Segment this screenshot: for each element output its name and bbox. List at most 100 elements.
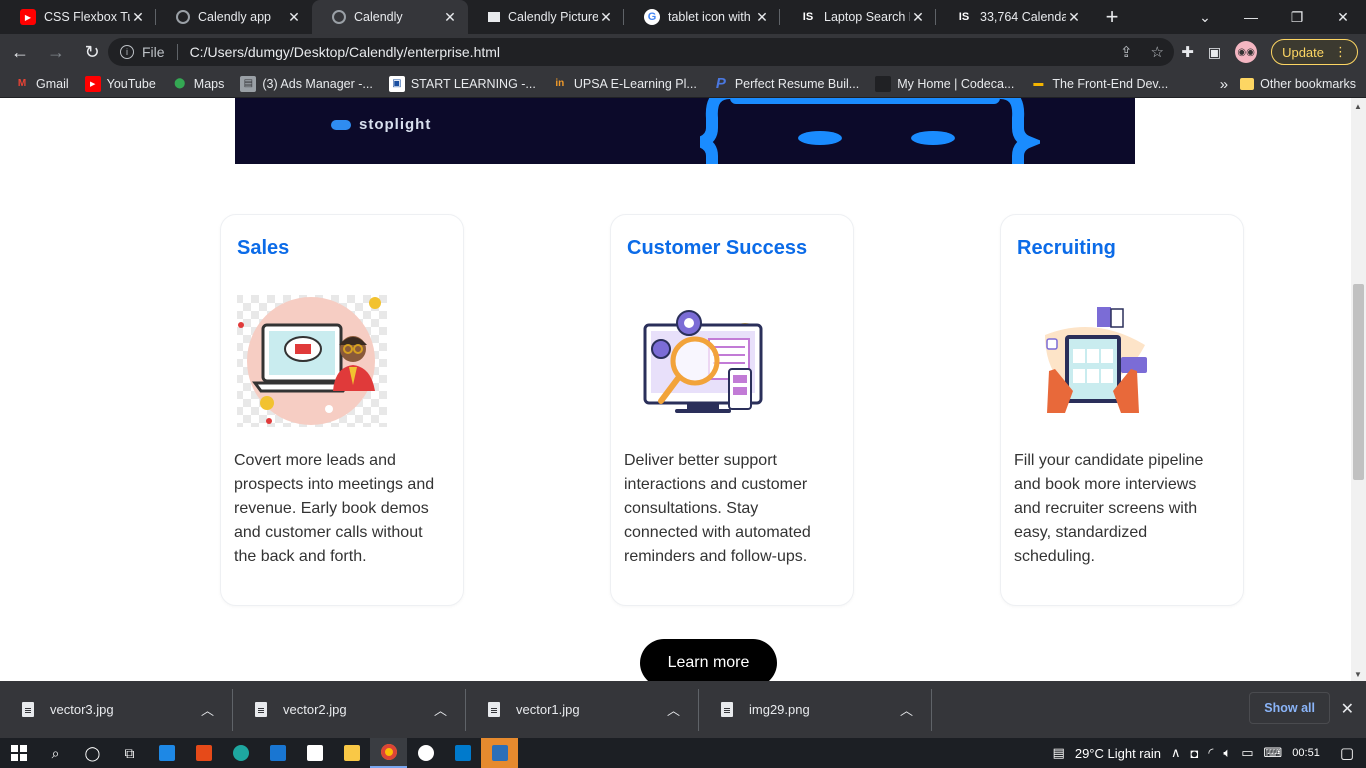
volume-icon[interactable]: 🔈︎ bbox=[1223, 745, 1231, 761]
download-filename: vector2.jpg bbox=[283, 702, 347, 717]
download-item[interactable]: vector3.jpg ︿ bbox=[0, 688, 233, 731]
bookmark-gmail[interactable]: M Gmail bbox=[14, 76, 69, 92]
show-all-button[interactable]: Show all bbox=[1249, 692, 1330, 724]
bookmark-label: UPSA E-Learning Pl... bbox=[573, 76, 697, 91]
banner-brand-text: stoplight bbox=[359, 116, 432, 133]
bookmarks-bar: M Gmail ▶ YouTube ⬤ Maps ▤ (3) Ads Manager -… bbox=[0, 70, 1366, 98]
close-icon[interactable]: ✕ bbox=[130, 9, 146, 26]
mail-icon[interactable] bbox=[148, 738, 185, 768]
extensions-icon[interactable]: ✚ bbox=[1181, 43, 1194, 61]
side-panel-icon[interactable]: ▣ bbox=[1208, 44, 1221, 61]
tab-calendly[interactable]: Calendly ✕ bbox=[312, 0, 468, 34]
other-bookmarks-label: Other bookmarks bbox=[1260, 77, 1356, 91]
close-icon[interactable]: ✕ bbox=[442, 9, 458, 26]
bookmark-youtube[interactable]: ▶ YouTube bbox=[84, 75, 156, 92]
bookmark-upsa[interactable]: in UPSA E-Learning Pl... bbox=[552, 76, 697, 92]
office-icon[interactable] bbox=[185, 738, 222, 768]
scroll-up-icon[interactable]: ▲ bbox=[1354, 102, 1362, 111]
url-text[interactable]: C:/Users/dumgy/Desktop/Calendly/enterpri… bbox=[190, 44, 500, 60]
scroll-down-icon[interactable]: ▼ bbox=[1354, 670, 1362, 679]
chevron-up-icon[interactable]: ︿ bbox=[201, 700, 214, 719]
stoplight-logo: stoplight bbox=[331, 116, 431, 133]
chevron-up-icon[interactable]: ︿ bbox=[667, 700, 680, 719]
notifications-icon[interactable]: ▢ bbox=[1340, 744, 1354, 762]
chevron-up-icon[interactable]: ︿ bbox=[434, 700, 447, 719]
page-scrollbar[interactable]: ▲ ▼ bbox=[1351, 98, 1366, 681]
weather-text[interactable]: 29°C Light rain bbox=[1075, 746, 1161, 761]
download-item[interactable]: img29.png ︿ bbox=[699, 688, 932, 731]
bookmark-codecademy[interactable]: My Home | Codeca... bbox=[875, 75, 1014, 92]
recruiting-tablet-illustration-icon bbox=[1045, 307, 1147, 413]
avatar[interactable]: ◉◉ bbox=[1235, 41, 1258, 63]
learn-more-button[interactable]: Learn more bbox=[640, 639, 777, 681]
apps-icon[interactable] bbox=[296, 738, 333, 768]
app-icon[interactable] bbox=[407, 738, 444, 768]
restore-icon[interactable]: ❐ bbox=[1274, 0, 1320, 34]
folder-icon bbox=[1240, 78, 1255, 90]
chevron-up-icon[interactable]: ︿ bbox=[900, 700, 913, 719]
bookmark-resume[interactable]: P Perfect Resume Buil... bbox=[713, 75, 859, 92]
close-icon[interactable]: ✕ bbox=[598, 9, 614, 26]
close-icon[interactable]: ✕ bbox=[286, 9, 302, 26]
reload-icon[interactable]: ↻ bbox=[76, 36, 108, 68]
edge-icon[interactable] bbox=[222, 738, 259, 768]
forward-icon[interactable]: → bbox=[40, 36, 72, 68]
close-downloads-icon[interactable]: ✕ bbox=[1341, 699, 1354, 719]
chrome-icon[interactable] bbox=[370, 738, 407, 768]
update-button[interactable]: Update ⋮ bbox=[1271, 39, 1358, 65]
bookmark-label: The Front-End Dev... bbox=[1052, 76, 1169, 91]
store-icon[interactable] bbox=[259, 738, 296, 768]
youtube-icon: ▶ bbox=[20, 9, 36, 25]
wifi-icon[interactable]: ◜ bbox=[1208, 745, 1213, 761]
share-icon[interactable]: ⇪ bbox=[1120, 43, 1133, 61]
tray-app-icon[interactable]: ◘ bbox=[1191, 746, 1199, 761]
search-icon[interactable]: ⌕ bbox=[37, 738, 74, 768]
stoplight-mark-icon bbox=[331, 119, 351, 130]
menu-icon[interactable]: ⋮ bbox=[1334, 44, 1347, 60]
chevron-up-icon[interactable]: ∧ bbox=[1171, 745, 1181, 761]
bookmark-maps[interactable]: ⬤ Maps bbox=[172, 76, 224, 92]
tab-calendar-icons[interactable]: IS 33,764 Calendar I ✕ bbox=[936, 0, 1092, 34]
unsplash-icon bbox=[488, 12, 500, 22]
tab-laptop-search[interactable]: IS Laptop Search Lin ✕ bbox=[780, 0, 936, 34]
photos-icon[interactable] bbox=[481, 738, 518, 768]
tab-calendly-app[interactable]: Calendly app ✕ bbox=[156, 0, 312, 34]
weather-icon[interactable]: ▤ bbox=[1053, 745, 1065, 761]
battery-icon[interactable]: ▭ bbox=[1241, 745, 1253, 761]
windows-start-icon[interactable] bbox=[0, 738, 37, 768]
minimize-icon[interactable]: — bbox=[1228, 0, 1274, 34]
new-tab-button[interactable]: + bbox=[1092, 0, 1132, 34]
close-icon[interactable]: ✕ bbox=[754, 9, 770, 26]
download-item[interactable]: vector2.jpg ︿ bbox=[233, 688, 466, 731]
keyboard-icon[interactable]: ⌨ bbox=[1264, 745, 1283, 761]
clock[interactable]: 00:51 bbox=[1292, 747, 1320, 759]
info-icon[interactable]: i bbox=[120, 45, 134, 59]
download-item[interactable]: vector1.jpg ︿ bbox=[466, 688, 699, 731]
other-bookmarks[interactable]: Other bookmarks bbox=[1240, 77, 1356, 91]
bookmarks-overflow-icon[interactable]: » bbox=[1220, 76, 1228, 93]
cortana-icon[interactable]: ◯ bbox=[74, 738, 111, 768]
tab-calendly-pictures[interactable]: Calendly Pictures ✕ bbox=[468, 0, 624, 34]
frontend-icon: ▬ bbox=[1033, 78, 1044, 89]
file-explorer-icon[interactable] bbox=[333, 738, 370, 768]
upsa-icon: in bbox=[555, 78, 565, 89]
close-icon[interactable]: ✕ bbox=[1066, 9, 1082, 26]
bookmark-star-icon[interactable]: ☆ bbox=[1151, 43, 1164, 61]
close-window-icon[interactable]: ✕ bbox=[1320, 0, 1366, 34]
address-bar[interactable]: i File C:/Users/dumgy/Desktop/Calendly/e… bbox=[108, 38, 1174, 66]
tab-css-flexbox[interactable]: ▶ CSS Flexbox Tuto ✕ bbox=[0, 0, 156, 34]
back-icon[interactable]: ← bbox=[4, 36, 36, 68]
tab-tablet-icon[interactable]: G tablet icon with i ✕ bbox=[624, 0, 780, 34]
tab-search-icon[interactable]: ⌄ bbox=[1182, 0, 1228, 34]
close-icon[interactable]: ✕ bbox=[910, 9, 926, 26]
bookmark-frontend[interactable]: ▬ The Front-End Dev... bbox=[1030, 76, 1168, 92]
task-view-icon[interactable]: ⧉ bbox=[111, 738, 148, 768]
vscode-icon[interactable] bbox=[444, 738, 481, 768]
bookmark-ads-manager[interactable]: ▤ (3) Ads Manager -... bbox=[240, 75, 373, 92]
bookmark-label: Gmail bbox=[36, 76, 69, 91]
tab-title: Calendly Pictures bbox=[508, 10, 598, 24]
bookmark-start-learning[interactable]: ▣ START LEARNING -... bbox=[388, 75, 536, 92]
scrollbar-thumb[interactable] bbox=[1353, 284, 1364, 480]
iconscout-icon: IS bbox=[958, 11, 970, 23]
bookmark-label: (3) Ads Manager -... bbox=[262, 76, 373, 91]
